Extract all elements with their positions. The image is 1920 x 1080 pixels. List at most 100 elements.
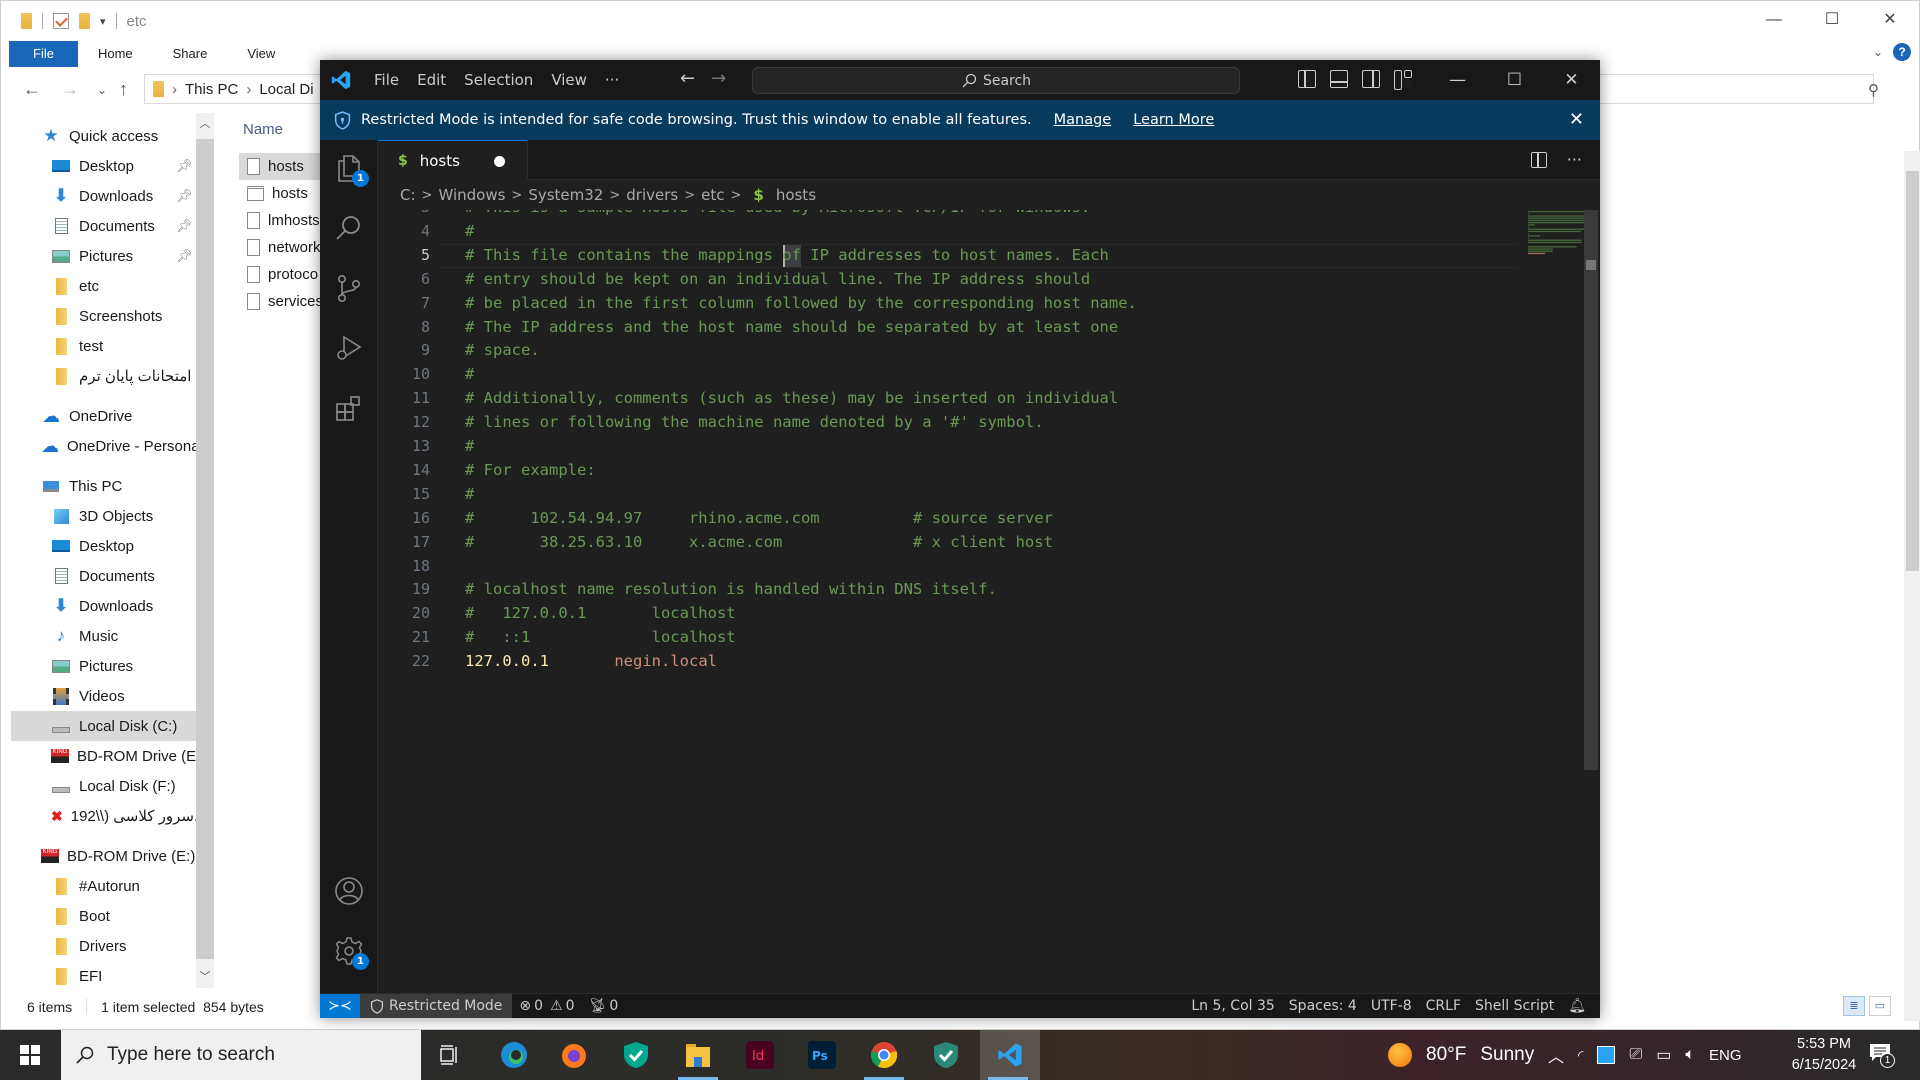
code-line[interactable]: # 102.54.94.97 rhino.acme.com # source s… [465,509,1053,527]
toggle-primary-sidebar-icon[interactable] [1298,70,1316,88]
nav-item[interactable]: Documents 📌︎ [11,211,196,241]
nav-item[interactable]: ⬇ Downloads 📌︎ [11,181,196,211]
ribbon-tab-share[interactable]: Share [153,41,228,67]
notification-center-button[interactable]: 1 [1868,1042,1896,1070]
maximize-button[interactable]: ☐ [1803,1,1861,41]
nav-item[interactable]: ☁ OneDrive - Personal [11,431,196,461]
camera-icon[interactable]: ⎚ [1629,1046,1642,1064]
help-icon[interactable]: ? [1893,43,1911,61]
toggle-panel-icon[interactable] [1330,70,1348,88]
code-line[interactable]: # lines or following the machine name de… [465,413,1044,431]
nav-item[interactable]: KING BD-ROM Drive (E:) I [11,841,196,871]
pin-icon[interactable]: 📌︎ [176,218,193,234]
battery-charging-icon[interactable]: ▭ [1656,1045,1671,1065]
breadcrumb-windows[interactable]: Windows [438,186,505,204]
large-icons-view-button[interactable]: ▭ [1869,996,1891,1016]
ribbon-tab-view[interactable]: View [227,41,295,67]
breadcrumb-hosts[interactable]: hosts [776,186,816,204]
nav-item[interactable]: #Autorun [11,871,196,901]
extensions-view-button[interactable] [333,392,365,424]
code-editor[interactable]: 3 # This is a sample HOSTS file used by M… [378,210,1600,993]
nav-item[interactable]: Documents [11,561,196,591]
code-line[interactable]: # be placed in the first column followed… [465,294,1137,312]
indentation[interactable]: Spaces: 4 [1282,998,1364,1014]
code-line[interactable]: # This file contains the mappings of IP … [465,246,1109,264]
scrollbar-thumb[interactable] [196,139,214,959]
nav-item[interactable]: ♪ Music [11,621,196,651]
code-line[interactable]: # entry should be kept on an individual … [465,270,1090,288]
nav-item[interactable]: امتحانات پایان ترم [11,361,196,391]
breadcrumb-drive[interactable]: C: [400,186,416,204]
ribbon-tab-file[interactable]: File [9,41,78,67]
nav-item[interactable]: Local Disk (C:) [11,711,196,741]
pin-icon[interactable]: 📌︎ [176,158,193,174]
nav-item[interactable]: KING BD-ROM Drive (E: [11,741,196,771]
expand-ribbon-icon[interactable]: ⌄ [1873,45,1883,59]
nav-item[interactable]: EFI [11,961,196,988]
editor-scrollbar[interactable] [1584,210,1598,770]
close-button[interactable]: ✕ [1543,60,1600,100]
start-button[interactable] [0,1030,60,1080]
nav-item[interactable]: test [11,331,196,361]
ports-status[interactable]: 📡︎ 0 [582,998,626,1014]
problems-status[interactable]: ⊗ 0 ⚠ 0 [512,998,581,1014]
weather-widget[interactable]: 80°F Sunny [1388,1030,1534,1080]
nav-item[interactable]: Desktop 📌︎ [11,151,196,181]
nav-item[interactable]: ✖ سرور کلاسی (\\192. [11,801,196,831]
code-line[interactable]: # This is a sample HOSTS file used by Mi… [465,210,1090,216]
code-line[interactable]: # 127.0.0.1 localhost [465,604,736,622]
breadcrumb-etc[interactable]: etc [701,186,724,204]
restricted-mode-status[interactable]: Restricted Mode [360,993,513,1018]
firefox-app[interactable] [546,1030,602,1080]
nav-item[interactable]: Drivers [11,931,196,961]
menu-more[interactable]: ··· [596,71,628,89]
code-line[interactable]: # [465,365,474,383]
nav-item[interactable]: etc [11,271,196,301]
scroll-up-arrow[interactable]: ︿ [196,113,214,135]
cursor-position[interactable]: Ln 5, Col 35 [1184,998,1281,1014]
minimize-button[interactable]: — [1429,60,1486,100]
forward-button[interactable]: → [61,79,79,100]
new-folder-icon[interactable] [79,13,90,29]
breadcrumb-system32[interactable]: System32 [528,186,603,204]
nav-item[interactable]: Pictures 📌︎ [11,241,196,271]
taskbar-search-box[interactable]: Type here to search [61,1030,421,1080]
nav-item[interactable]: Videos [11,681,196,711]
more-actions-icon[interactable]: ··· [1567,150,1582,169]
app-tray-icon[interactable] [1597,1046,1616,1064]
nav-item[interactable]: Pictures [11,651,196,681]
column-header-name[interactable]: Name [243,121,283,138]
encoding[interactable]: UTF-8 [1364,998,1419,1014]
kaspersky-app[interactable] [918,1030,974,1080]
nav-item[interactable]: ★ Quick access [11,121,196,151]
code-line[interactable]: # The IP address and the host name shoul… [465,318,1118,336]
language-indicator[interactable]: ENG [1709,1047,1742,1064]
file-list-scrollbar[interactable] [1904,151,1920,1021]
search-view-button[interactable] [333,212,365,244]
scrollbar-thumb[interactable] [1906,171,1919,571]
ribbon-tab-home[interactable]: Home [78,41,153,67]
volume-icon[interactable]: 🔈︎ [1685,1046,1695,1064]
code-line[interactable]: # ::1 localhost [465,628,736,646]
line-ending[interactable]: CRLF [1419,998,1468,1014]
command-center-search[interactable]: Search [752,67,1240,94]
menu-edit[interactable]: Edit [408,71,455,89]
pin-icon[interactable]: 📌︎ [176,188,193,204]
run-debug-view-button[interactable] [333,332,365,364]
photoshop-app[interactable]: Ps [794,1030,850,1080]
up-button[interactable]: ↑ [119,79,128,100]
manage-settings-button[interactable]: 1 [333,935,369,970]
code-line[interactable]: # [465,222,474,240]
indesign-app[interactable]: Id [732,1030,788,1080]
minimize-button[interactable]: — [1745,1,1803,41]
split-editor-icon[interactable] [1530,151,1547,168]
learn-more-link[interactable]: Learn More [1133,112,1214,128]
unsaved-changes-dot[interactable] [494,156,505,167]
maximize-button[interactable]: ☐ [1486,60,1543,100]
breadcrumb-drivers[interactable]: drivers [626,186,678,204]
properties-icon[interactable] [53,13,69,29]
nav-item[interactable]: 3D Objects [11,501,196,531]
breadcrumb-this-pc[interactable]: This PC [185,81,238,98]
nav-item[interactable]: Desktop [11,531,196,561]
explorer-view-button[interactable]: 1 [333,152,369,187]
